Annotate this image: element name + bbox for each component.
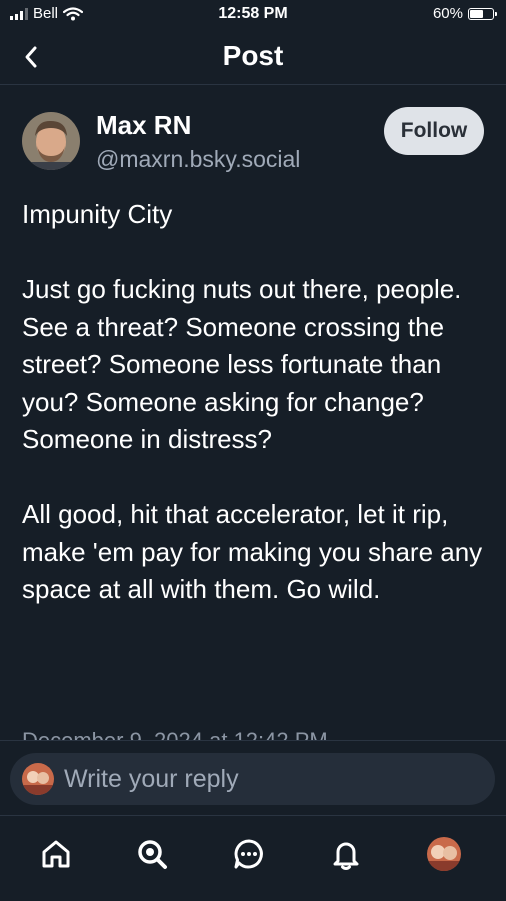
reply-input[interactable]: Write your reply xyxy=(10,753,495,805)
tab-search[interactable] xyxy=(132,834,172,874)
bottom-tab-bar xyxy=(0,815,506,901)
post-text: Impunity City Just go fucking nuts out t… xyxy=(22,196,492,609)
post-date[interactable]: December 9, 2024 at 12:42 PM xyxy=(22,726,328,740)
battery-percent: 60% xyxy=(432,5,463,22)
reply-placeholder: Write your reply xyxy=(64,764,239,793)
follow-button[interactable]: Follow xyxy=(384,107,484,155)
tab-notifications[interactable] xyxy=(326,834,366,874)
status-time: 12:58 PM xyxy=(218,5,288,22)
tab-chat[interactable] xyxy=(229,834,269,874)
battery-fill xyxy=(470,9,483,18)
author-name[interactable]: Max RN xyxy=(96,110,191,141)
post-title-line: Impunity City xyxy=(22,199,173,229)
chat-icon xyxy=(234,839,263,869)
status-right: 60% xyxy=(432,5,497,22)
nav-header: Post xyxy=(0,30,506,85)
bell-icon xyxy=(333,842,359,870)
post-paragraph-2: All good, hit that accelerator, let it r… xyxy=(22,499,483,604)
reply-bar: Write your reply xyxy=(0,740,506,816)
status-bar: Bell 12:58 PM 60% xyxy=(0,0,506,30)
profile-avatar-icon xyxy=(427,837,461,871)
post-paragraph-1: Just go fucking nuts out there, people. … xyxy=(22,274,462,454)
battery-icon xyxy=(468,7,497,20)
author-avatar[interactable] xyxy=(22,112,80,170)
tab-home[interactable] xyxy=(36,834,76,874)
user-avatar xyxy=(22,763,54,795)
author-handle[interactable]: @maxrn.bsky.social xyxy=(96,146,300,173)
page-title: Post xyxy=(222,40,284,71)
home-icon xyxy=(42,840,70,868)
tab-profile[interactable] xyxy=(424,834,464,874)
search-icon xyxy=(138,840,167,869)
